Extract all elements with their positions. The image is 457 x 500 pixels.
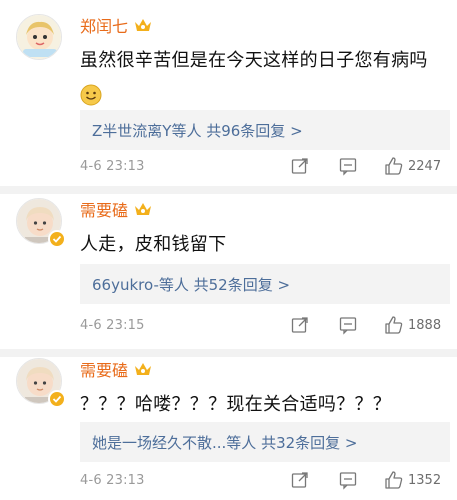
like-icon (385, 157, 403, 175)
like-count: 2247 (408, 158, 442, 174)
comment-text: ？？？哈喽？？？现在关合适吗？？？ (80, 394, 392, 415)
repost-icon[interactable] (290, 315, 310, 335)
username-row: 需要磕 (80, 198, 152, 220)
username-row: 需要磕 (80, 358, 152, 380)
verified-badge-icon (48, 390, 66, 408)
comment-icon[interactable] (338, 156, 358, 176)
replies-link[interactable]: 66yukro-等人 共52条回复 > (80, 264, 450, 304)
comment-meta: 4-6 23:13 1352 (80, 470, 450, 490)
timestamp: 4-6 23:13 (80, 472, 145, 488)
timestamp: 4-6 23:13 (80, 158, 145, 174)
comment-icon[interactable] (338, 315, 358, 335)
like-icon (385, 316, 403, 334)
repost-icon[interactable] (290, 470, 310, 490)
like-button[interactable]: 2247 (384, 156, 441, 176)
comment-meta: 4-6 23:13 2247 (80, 156, 450, 176)
vip-crown-icon (134, 17, 152, 33)
divider (0, 349, 457, 357)
comment-icon[interactable] (338, 470, 358, 490)
replies-link[interactable]: Z半世流离Y等人 共96条回复 > (80, 110, 450, 150)
repost-icon[interactable] (290, 156, 310, 176)
divider (0, 186, 457, 194)
smiley-emoji (80, 84, 102, 106)
like-count: 1888 (408, 317, 442, 333)
vip-crown-icon (134, 361, 152, 377)
avatar[interactable] (16, 14, 62, 60)
username[interactable]: 郑闰七 (80, 13, 128, 37)
comment-text: 人走，皮和钱留下 (80, 234, 227, 255)
vip-crown-icon (134, 201, 152, 217)
replies-link[interactable]: 她是一场经久不散...等人 共32条回复 > (80, 422, 450, 462)
username[interactable]: 需要磕 (80, 197, 128, 221)
comment-meta: 4-6 23:15 1888 (80, 315, 450, 335)
username[interactable]: 需要磕 (80, 357, 128, 381)
verified-badge-icon (48, 230, 66, 248)
comment-item: 郑闰七 虽然很辛苦但是在今天这样的日子您有病吗 Z半世流离Y等人 共96条回复 … (0, 14, 457, 184)
like-icon (385, 471, 403, 489)
comment-text: 虽然很辛苦但是在今天这样的日子您有病吗 (80, 50, 428, 71)
timestamp: 4-6 23:15 (80, 317, 145, 333)
comment-item: 需要磕 人走，皮和钱留下 66yukro-等人 共52条回复 > 4-6 23:… (0, 198, 457, 348)
like-button[interactable]: 1352 (384, 470, 441, 490)
like-count: 1352 (408, 472, 442, 488)
comment-item: 需要磕 ？？？哈喽？？？现在关合适吗？？？ 她是一场经久不散...等人 共32条… (0, 358, 457, 500)
like-button[interactable]: 1888 (384, 315, 441, 335)
username-row: 郑闰七 (80, 14, 152, 36)
